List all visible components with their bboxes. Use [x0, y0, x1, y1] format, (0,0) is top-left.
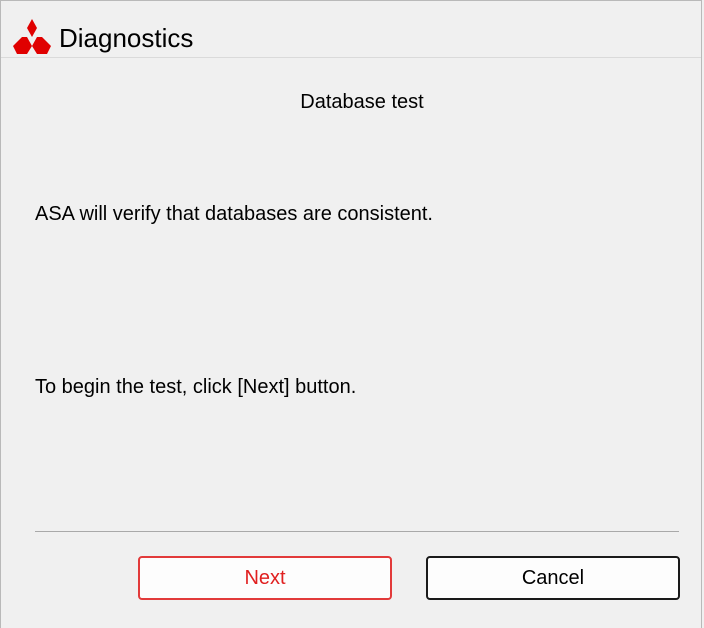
title-bar: Diagnostics — [1, 1, 701, 54]
cancel-button[interactable]: Cancel — [426, 556, 680, 600]
button-divider — [35, 531, 679, 532]
mitsubishi-logo-icon — [13, 19, 51, 54]
page-heading: Database test — [300, 91, 424, 113]
title-divider — [1, 57, 701, 58]
instruction-message: To begin the test, click [Next] button. — [35, 376, 357, 398]
verify-message: ASA will verify that databases are consi… — [35, 203, 433, 225]
window-title: Diagnostics — [59, 23, 194, 53]
diagnostics-window: Diagnostics Database test ASA will verif… — [0, 0, 702, 628]
next-button[interactable]: Next — [138, 556, 392, 600]
